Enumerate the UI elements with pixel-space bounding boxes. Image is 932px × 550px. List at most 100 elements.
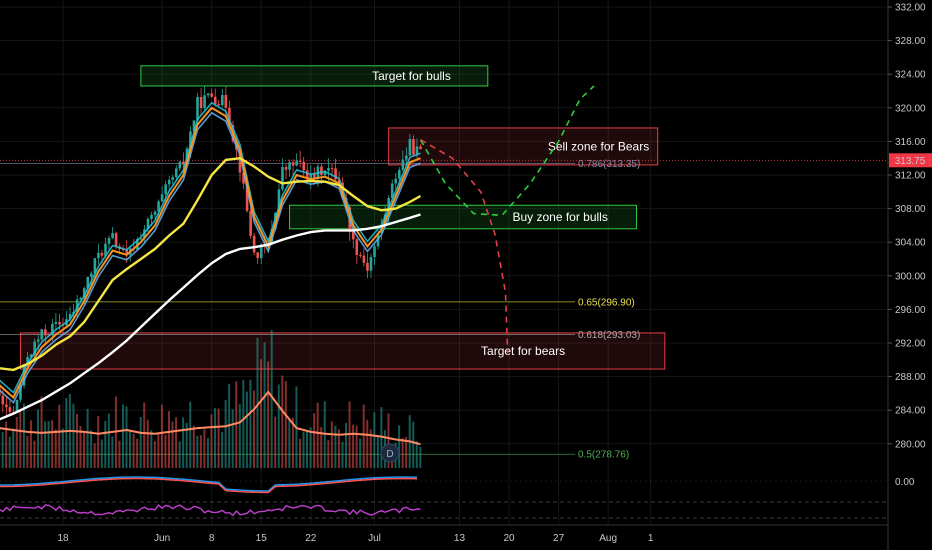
volume-bar xyxy=(224,399,227,468)
volume-bar xyxy=(238,404,241,468)
candle-body xyxy=(107,238,111,244)
candle-body xyxy=(174,168,178,178)
volume-bar xyxy=(352,424,355,468)
candle-body xyxy=(362,255,366,263)
candle-body xyxy=(100,252,104,256)
candle-body xyxy=(295,160,298,166)
candle-body xyxy=(210,93,213,97)
time-tick-label: Jul xyxy=(368,533,381,544)
candle-body xyxy=(405,155,408,160)
volume-badge-label: D xyxy=(386,449,393,460)
volume-bar xyxy=(330,421,333,468)
volume-bar xyxy=(249,379,252,468)
candle-body xyxy=(164,184,167,195)
candle-body xyxy=(203,95,206,109)
volume-bar xyxy=(47,421,50,468)
volume-bar xyxy=(376,435,379,468)
time-tick-label: 15 xyxy=(256,533,268,544)
volume-bar xyxy=(366,419,369,468)
zone-target-bears xyxy=(20,332,666,370)
volume-bar xyxy=(97,416,100,468)
candle-body xyxy=(97,252,100,259)
volume-bar xyxy=(316,402,319,468)
volume-bar xyxy=(263,342,266,468)
volume-bar xyxy=(288,420,291,468)
candle-body xyxy=(412,139,415,155)
price-tick-label: 332.00 xyxy=(895,3,926,14)
price-tick-label: 328.00 xyxy=(895,36,926,47)
volume-bar xyxy=(61,428,64,468)
volume-bar xyxy=(143,402,146,468)
volume-bar xyxy=(164,434,167,468)
volume-bar xyxy=(362,404,365,468)
volume-bar xyxy=(306,429,309,468)
candle-body xyxy=(330,168,334,170)
volume-bar xyxy=(54,429,57,468)
volume-bar xyxy=(277,384,280,468)
volume-bar xyxy=(168,411,170,468)
candle-body xyxy=(111,233,114,239)
volume-bar xyxy=(206,437,209,468)
volume-bar xyxy=(267,361,270,468)
volume-bar xyxy=(189,401,192,468)
candle-body xyxy=(171,177,175,180)
volume-bar xyxy=(235,381,238,468)
volume-bar xyxy=(175,417,178,468)
volume-bar xyxy=(419,446,422,468)
candle-body xyxy=(1,395,5,405)
candle-body xyxy=(320,166,323,175)
price-tick-label: 312.00 xyxy=(895,171,926,182)
volume-bar xyxy=(178,441,181,468)
volume-bar xyxy=(8,436,11,468)
volume-bar xyxy=(252,390,255,468)
candle-body xyxy=(394,178,398,184)
zone-label-target-bears: Target for bears xyxy=(481,344,565,358)
volume-bar xyxy=(260,359,263,468)
volume-bar xyxy=(132,433,135,468)
time-tick-label: 8 xyxy=(209,533,215,544)
volume-bar xyxy=(104,420,107,468)
candle-body xyxy=(178,161,182,169)
volume-bar xyxy=(345,422,347,468)
candle-body xyxy=(302,161,306,171)
volume-bar xyxy=(83,431,86,468)
volume-bar xyxy=(33,440,36,468)
volume-bar xyxy=(284,381,287,468)
volume-bar xyxy=(125,406,128,468)
volume-bar xyxy=(86,408,89,468)
chart-canvas[interactable]: Target for bulls Sell zone for Bears Buy z… xyxy=(0,0,932,550)
candle-body xyxy=(196,96,199,121)
volume-bar xyxy=(221,431,224,468)
price-tick-label: 320.00 xyxy=(895,103,926,114)
price-tick-label: 316.00 xyxy=(895,137,926,148)
volume-bar xyxy=(182,417,185,468)
candle-body xyxy=(58,322,61,325)
volume-bar xyxy=(171,421,174,468)
volume-bar xyxy=(121,404,124,468)
price-tick-label: 308.00 xyxy=(895,204,926,215)
candle-body xyxy=(36,339,40,342)
candle-body xyxy=(221,94,224,106)
volume-bar xyxy=(373,412,376,468)
volume-bar xyxy=(44,421,47,468)
volume-bar xyxy=(398,425,401,468)
candle-body xyxy=(40,329,44,340)
volume-bar xyxy=(313,413,316,468)
volume-bar xyxy=(15,417,18,468)
volume-bar xyxy=(401,438,404,468)
candle-body xyxy=(160,194,164,202)
time-tick-label: 22 xyxy=(305,533,317,544)
candle-body xyxy=(291,162,295,166)
volume-bar xyxy=(217,408,220,468)
price-tick-label: 288.00 xyxy=(895,372,926,383)
fib-label-0.786: 0.786(313.35) xyxy=(578,159,640,170)
candle-body xyxy=(366,262,369,271)
indicator-tick-label: 0.00 xyxy=(895,477,915,488)
volume-bar xyxy=(192,425,195,468)
volume-bar xyxy=(334,425,337,468)
candle-body xyxy=(373,246,376,257)
zone-label-target-bulls: Target for bulls xyxy=(372,69,451,83)
candle-body xyxy=(288,162,291,170)
candle-body xyxy=(150,214,153,219)
candle-body xyxy=(217,103,221,106)
